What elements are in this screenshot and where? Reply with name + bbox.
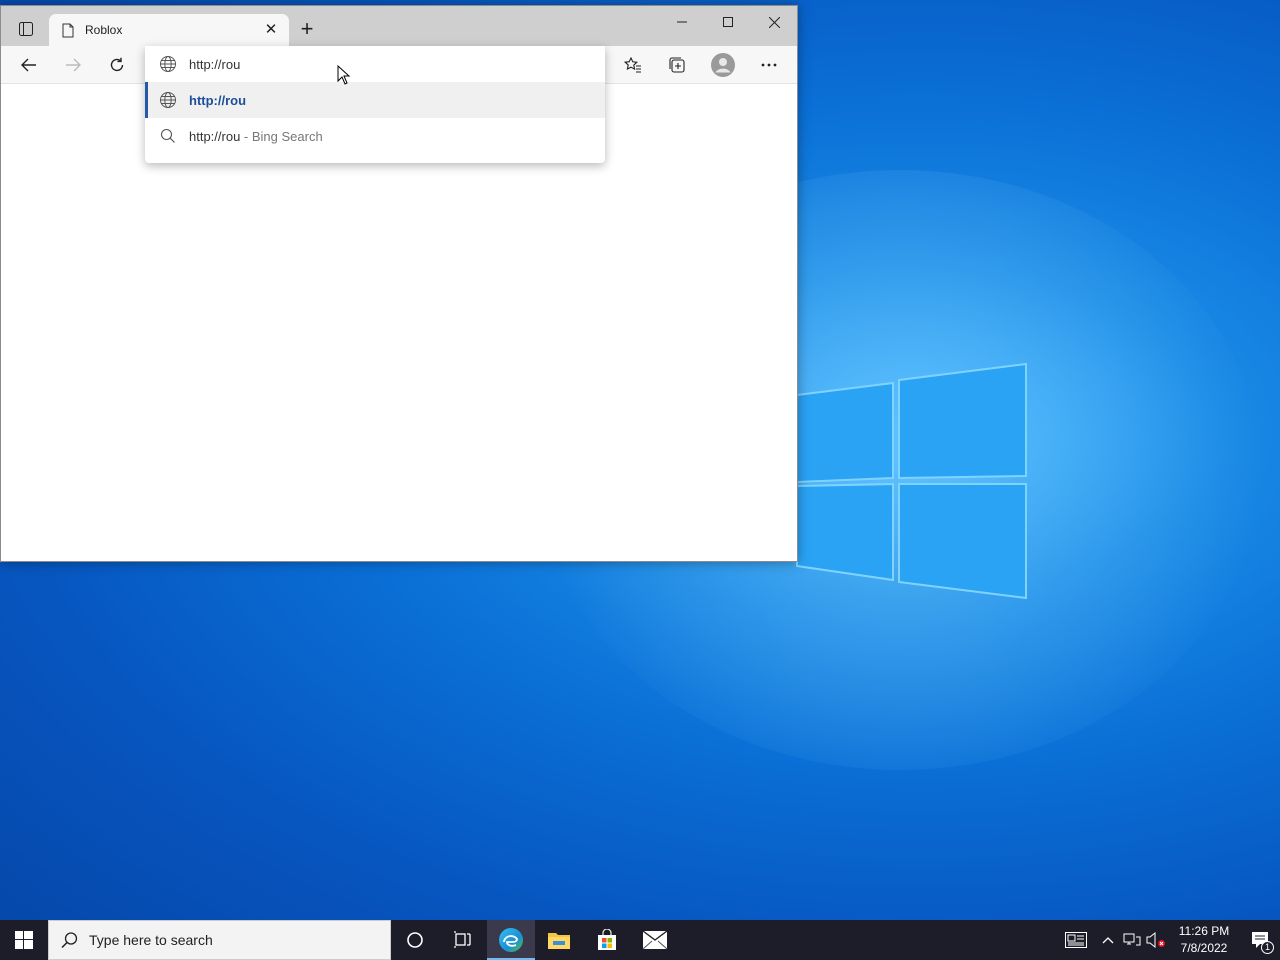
task-view-icon xyxy=(454,931,471,948)
news-widget-button[interactable] xyxy=(1056,920,1096,960)
forward-button[interactable] xyxy=(57,51,89,79)
avatar-icon xyxy=(711,53,735,77)
suggestion-bing-search[interactable]: http://rou - Bing Search xyxy=(145,118,605,154)
edge-browser-icon xyxy=(499,928,523,952)
taskbar-mail[interactable] xyxy=(631,920,679,960)
refresh-icon xyxy=(110,57,124,72)
close-window-button[interactable] xyxy=(751,6,797,38)
maximize-button[interactable] xyxy=(705,6,751,38)
tab-actions-icon xyxy=(19,22,33,36)
address-bar-dropdown: http://rou http://rou http://rou - Bing … xyxy=(145,46,605,163)
start-button[interactable] xyxy=(0,920,48,960)
clock-date: 7/8/2022 xyxy=(1180,941,1228,955)
globe-icon xyxy=(160,92,176,108)
network-icon xyxy=(1123,933,1141,946)
suggestion-search-text: http://rou xyxy=(189,128,241,144)
more-dots-icon xyxy=(761,63,777,67)
task-view-button[interactable] xyxy=(439,920,487,960)
mouse-cursor-icon xyxy=(337,65,351,85)
maximize-icon xyxy=(723,17,733,27)
taskbar-edge[interactable] xyxy=(487,920,535,960)
search-icon xyxy=(61,932,78,949)
suggestion-url[interactable]: http://rou xyxy=(145,82,605,118)
clock[interactable]: 11:26 PM 7/8/2022 xyxy=(1174,923,1234,957)
system-tray: 11:26 PM 7/8/2022 1 xyxy=(1056,920,1280,960)
windows-start-icon xyxy=(15,931,33,949)
cortana-circle-icon xyxy=(407,932,423,948)
address-bar-input[interactable]: http://rou xyxy=(145,46,605,82)
refresh-button[interactable] xyxy=(101,51,133,79)
tab-close-button[interactable]: ✕ xyxy=(263,22,279,38)
action-center-button[interactable]: 1 xyxy=(1240,920,1280,960)
globe-icon xyxy=(160,56,176,72)
cortana-button[interactable] xyxy=(391,920,439,960)
close-icon xyxy=(768,16,780,28)
tab-actions-button[interactable] xyxy=(11,16,41,42)
settings-more-button[interactable] xyxy=(753,51,785,79)
taskbar-search-box[interactable]: Type here to search xyxy=(48,920,391,960)
taskbar-store[interactable] xyxy=(583,920,631,960)
back-arrow-icon xyxy=(21,58,36,72)
taskbar: Type here to search 11:26 PM 7/8/2022 1 xyxy=(0,920,1280,960)
show-hidden-icons-button[interactable] xyxy=(1096,920,1120,960)
forward-arrow-icon xyxy=(66,58,81,72)
store-bag-icon xyxy=(598,929,616,950)
taskbar-search-placeholder: Type here to search xyxy=(89,932,213,948)
mail-icon xyxy=(642,930,668,950)
address-bar-value: http://rou xyxy=(189,56,241,72)
suggestion-url-text: http://rou xyxy=(189,92,247,108)
taskbar-file-explorer[interactable] xyxy=(535,920,583,960)
tab-roblox[interactable]: Roblox ✕ xyxy=(49,14,289,46)
news-icon xyxy=(1065,932,1087,948)
clock-time: 11:26 PM xyxy=(1178,924,1230,938)
network-button[interactable] xyxy=(1120,920,1144,960)
back-button[interactable] xyxy=(13,51,45,79)
volume-muted-icon xyxy=(1146,932,1165,948)
suggestion-search-suffix: - Bing Search xyxy=(240,128,323,144)
favorites-button[interactable] xyxy=(617,51,649,79)
collections-icon xyxy=(669,57,685,73)
minimize-button[interactable] xyxy=(659,6,705,38)
collections-button[interactable] xyxy=(661,51,693,79)
volume-button[interactable] xyxy=(1144,920,1168,960)
favorites-star-icon xyxy=(624,57,641,73)
folder-icon xyxy=(548,933,570,949)
minimize-icon xyxy=(677,21,687,23)
chevron-up-icon xyxy=(1102,937,1114,944)
page-icon xyxy=(59,21,77,39)
new-tab-button[interactable]: + xyxy=(295,18,319,42)
notification-count-badge: 1 xyxy=(1261,941,1274,954)
profile-button[interactable] xyxy=(707,51,739,79)
search-icon xyxy=(160,128,175,143)
tab-bar: Roblox ✕ + xyxy=(1,6,797,46)
tab-title: Roblox xyxy=(85,23,123,37)
